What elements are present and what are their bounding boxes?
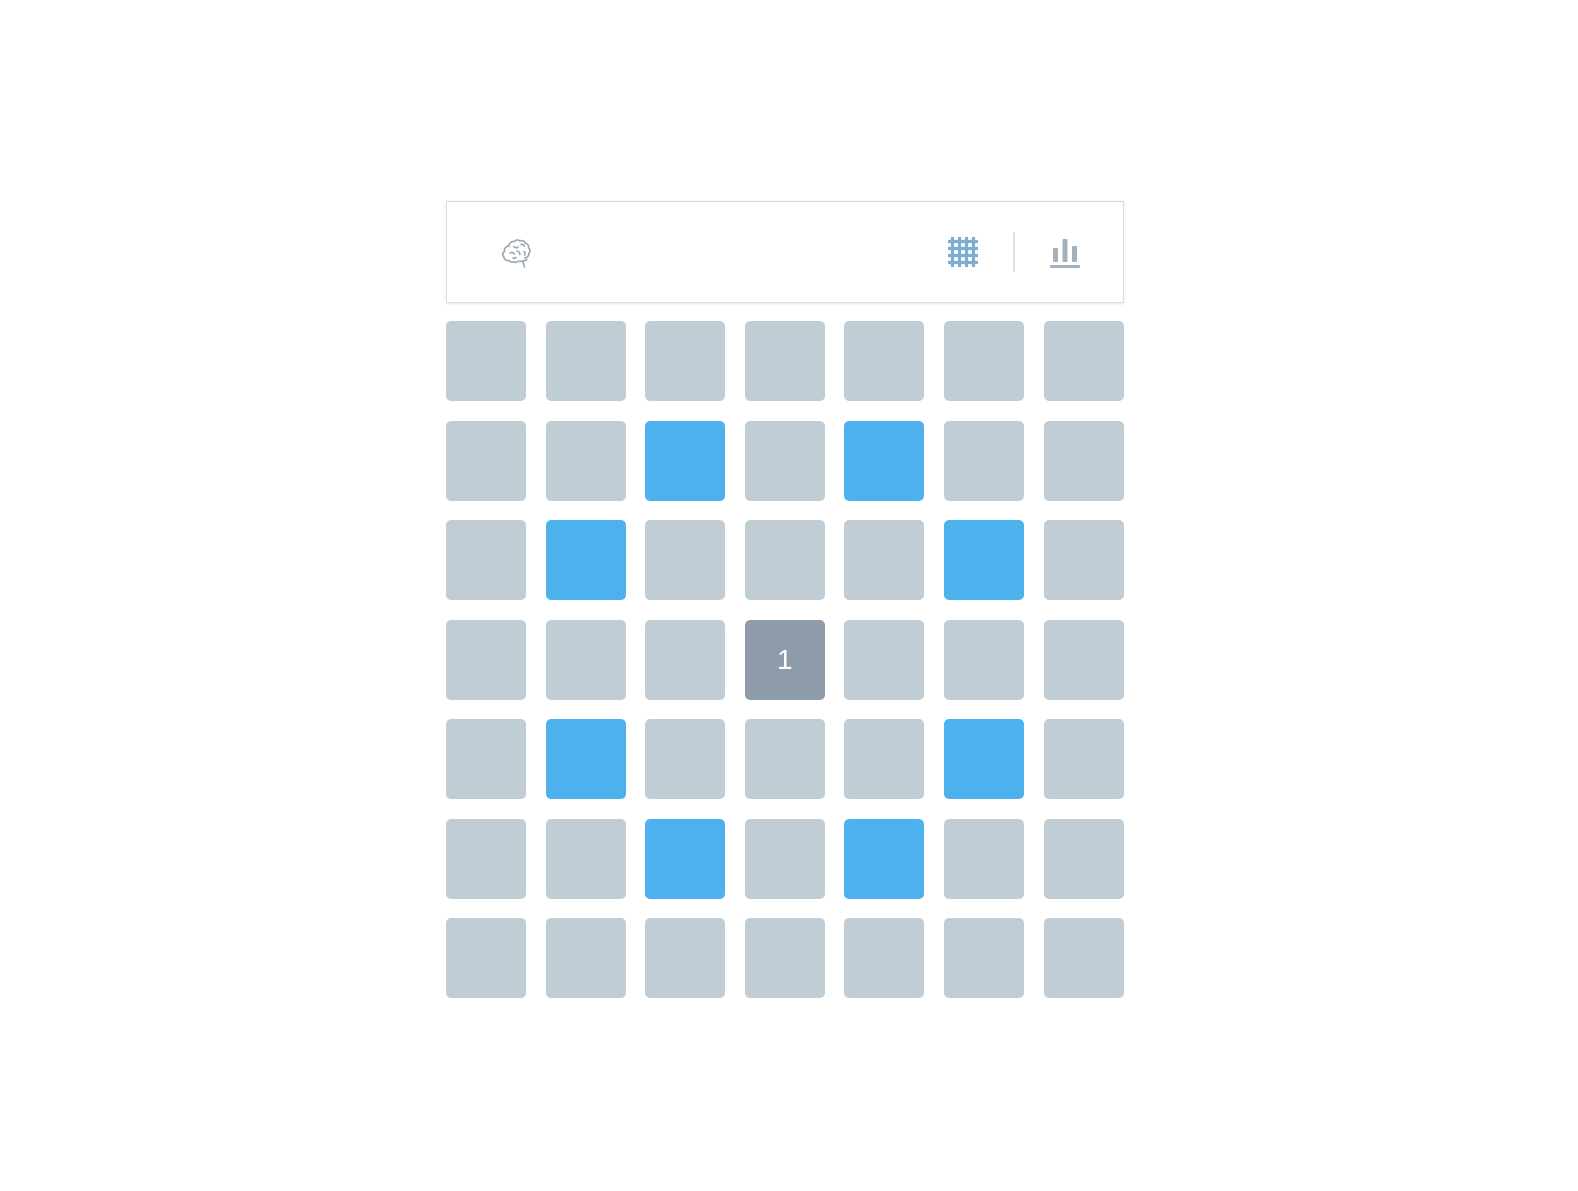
- tile[interactable]: [645, 520, 726, 600]
- tile[interactable]: [446, 918, 526, 998]
- tile[interactable]: [1043, 520, 1124, 600]
- tile[interactable]: [446, 818, 526, 899]
- tile-highlighted[interactable]: [943, 719, 1024, 799]
- tile[interactable]: [545, 321, 626, 401]
- tile[interactable]: [943, 420, 1024, 501]
- tile-highlighted[interactable]: [844, 818, 925, 899]
- tile[interactable]: [545, 818, 626, 899]
- tile[interactable]: [446, 520, 526, 600]
- tile[interactable]: [943, 619, 1024, 700]
- tile-highlighted[interactable]: [645, 420, 726, 501]
- tile[interactable]: [446, 719, 526, 799]
- tile[interactable]: [943, 321, 1024, 401]
- tile-highlighted[interactable]: [645, 818, 726, 899]
- tile[interactable]: [446, 619, 526, 700]
- tile-active[interactable]: 1: [744, 619, 825, 700]
- tile[interactable]: [545, 619, 626, 700]
- tile-highlighted[interactable]: [545, 520, 626, 600]
- tile[interactable]: [645, 719, 726, 799]
- tile[interactable]: [446, 321, 526, 401]
- brain-button[interactable]: [497, 232, 537, 272]
- tile[interactable]: [744, 918, 825, 998]
- tile-highlighted[interactable]: [545, 719, 626, 799]
- tile[interactable]: [744, 719, 825, 799]
- tile[interactable]: [844, 619, 925, 700]
- game-board: 1: [446, 321, 1124, 998]
- tile[interactable]: [1043, 321, 1124, 401]
- tile[interactable]: [844, 918, 925, 998]
- brain-icon: [501, 239, 531, 268]
- tile[interactable]: [1043, 420, 1124, 501]
- tile[interactable]: [943, 818, 1024, 899]
- tile[interactable]: [1043, 918, 1124, 998]
- tile[interactable]: [744, 420, 825, 501]
- tile[interactable]: [844, 719, 925, 799]
- header-divider: [1013, 232, 1015, 272]
- tile[interactable]: [1043, 719, 1124, 799]
- grid-button[interactable]: [943, 232, 983, 272]
- tile[interactable]: [844, 321, 925, 401]
- tile[interactable]: [545, 420, 626, 501]
- tile[interactable]: [744, 818, 825, 899]
- tile[interactable]: [1043, 619, 1124, 700]
- tile-number: 1: [776, 643, 793, 675]
- tile-highlighted[interactable]: [943, 520, 1024, 600]
- tile[interactable]: [744, 520, 825, 600]
- tile-highlighted[interactable]: [844, 420, 925, 501]
- tile[interactable]: [446, 420, 526, 501]
- tile[interactable]: [1043, 818, 1124, 899]
- tile[interactable]: [844, 520, 925, 600]
- tile[interactable]: [645, 321, 726, 401]
- tile[interactable]: [943, 918, 1024, 998]
- game-app: 1: [446, 201, 1124, 998]
- stats-button[interactable]: [1045, 232, 1085, 272]
- tile[interactable]: [545, 918, 626, 998]
- grid-icon: [948, 237, 978, 267]
- tile[interactable]: [645, 619, 726, 700]
- top-bar: [446, 201, 1124, 303]
- tile[interactable]: [744, 321, 825, 401]
- tile[interactable]: [645, 918, 726, 998]
- bar-chart-icon: [1050, 239, 1080, 268]
